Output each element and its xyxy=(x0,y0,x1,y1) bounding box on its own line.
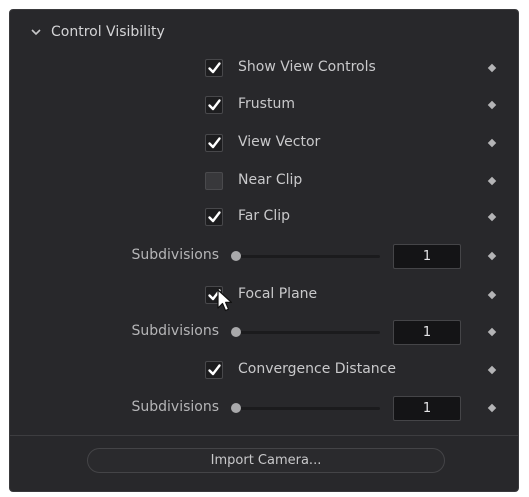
row-near-clip: Near Clip xyxy=(10,169,518,193)
row-focal-plane: Focal Plane xyxy=(10,283,518,307)
diamond-icon[interactable] xyxy=(487,100,497,110)
checkmark-icon xyxy=(208,364,221,376)
row-subdivisions-convergence: Subdivisions 1 xyxy=(10,396,518,421)
subdivisions-slider[interactable] xyxy=(236,407,380,410)
diamond-icon[interactable] xyxy=(487,63,497,73)
slider-label: Subdivisions xyxy=(131,399,219,415)
checkbox-frustum[interactable] xyxy=(205,96,223,114)
diamond-icon[interactable] xyxy=(487,327,497,337)
diamond-icon[interactable] xyxy=(487,251,497,261)
section-header[interactable]: Control Visibility xyxy=(30,24,165,40)
subdivisions-slider[interactable] xyxy=(236,331,380,334)
import-camera-button[interactable]: Import Camera... xyxy=(87,448,445,473)
diamond-icon[interactable] xyxy=(487,290,497,300)
row-convergence-distance: Convergence Distance xyxy=(10,358,518,382)
checkbox-show-view-controls[interactable] xyxy=(205,59,223,77)
section-title: Control Visibility xyxy=(51,24,165,40)
slider-label: Subdivisions xyxy=(131,247,219,263)
divider xyxy=(10,435,518,436)
checkbox-label: Far Clip xyxy=(238,208,290,224)
subdivisions-field[interactable]: 1 xyxy=(393,396,461,421)
checkbox-view-vector[interactable] xyxy=(205,134,223,152)
diamond-icon[interactable] xyxy=(487,138,497,148)
slider-thumb[interactable] xyxy=(231,327,241,337)
slider-thumb[interactable] xyxy=(231,251,241,261)
checkbox-label: Convergence Distance xyxy=(238,361,396,377)
row-show-view-controls: Show View Controls xyxy=(10,56,518,80)
diamond-icon[interactable] xyxy=(487,403,497,413)
row-subdivisions-far-clip: Subdivisions 1 xyxy=(10,244,518,269)
checkmark-icon xyxy=(208,99,221,111)
diamond-icon[interactable] xyxy=(487,365,497,375)
subdivisions-field[interactable]: 1 xyxy=(393,244,461,269)
diamond-icon[interactable] xyxy=(487,212,497,222)
row-view-vector: View Vector xyxy=(10,131,518,155)
subdivisions-slider[interactable] xyxy=(236,255,380,258)
diamond-icon[interactable] xyxy=(487,176,497,186)
checkmark-icon xyxy=(208,137,221,149)
checkbox-label: View Vector xyxy=(238,134,321,150)
checkbox-near-clip[interactable] xyxy=(205,172,223,190)
checkbox-convergence-distance[interactable] xyxy=(205,361,223,379)
row-far-clip: Far Clip xyxy=(10,205,518,229)
subdivisions-field[interactable]: 1 xyxy=(393,320,461,345)
checkbox-label: Show View Controls xyxy=(238,59,376,75)
mouse-pointer-icon xyxy=(217,289,233,312)
row-subdivisions-focal-plane: Subdivisions 1 xyxy=(10,320,518,345)
slider-label: Subdivisions xyxy=(131,323,219,339)
slider-thumb[interactable] xyxy=(231,403,241,413)
checkbox-far-clip[interactable] xyxy=(205,208,223,226)
inspector-panel: Control Visibility Show View Controls Fr… xyxy=(9,9,519,492)
checkbox-label: Focal Plane xyxy=(238,286,318,302)
checkmark-icon xyxy=(208,62,221,74)
checkmark-icon xyxy=(208,211,221,223)
row-frustum: Frustum xyxy=(10,93,518,117)
checkbox-label: Frustum xyxy=(238,96,295,112)
chevron-down-icon[interactable] xyxy=(30,26,42,38)
checkbox-label: Near Clip xyxy=(238,172,303,188)
